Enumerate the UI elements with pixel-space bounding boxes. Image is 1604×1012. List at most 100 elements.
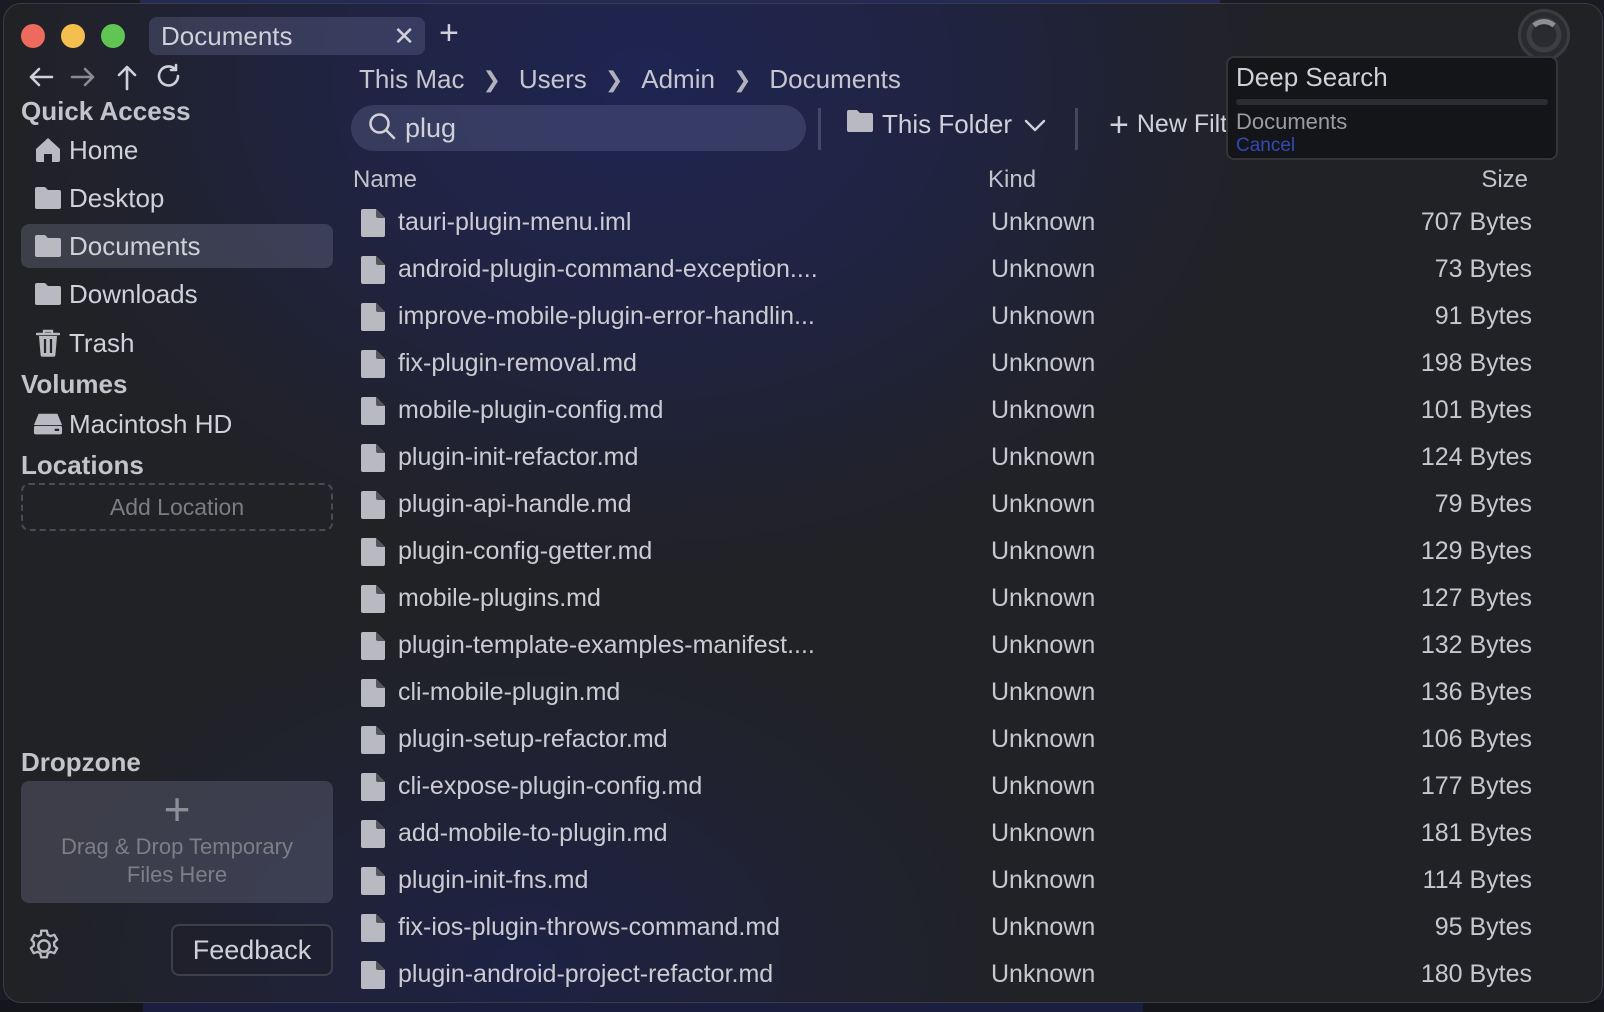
breadcrumb: This Mac ❯ Users ❯ Admin ❯ Documents <box>359 64 901 95</box>
file-icon <box>360 490 386 525</box>
close-window-button[interactable] <box>21 24 45 48</box>
file-icon <box>360 349 386 384</box>
file-size: 127 Bytes <box>1420 584 1532 612</box>
file-kind: Unknown <box>991 302 1096 330</box>
dropzone-area[interactable]: + Drag & Drop Temporary Files Here <box>21 781 333 903</box>
refresh-icon[interactable] <box>154 62 184 99</box>
up-arrow-icon[interactable] <box>112 62 142 99</box>
sidebar-item-label: Documents <box>69 230 201 261</box>
plus-icon: + <box>163 783 191 835</box>
file-icon <box>360 819 386 854</box>
search-input[interactable] <box>405 112 785 144</box>
deep-search-cancel-link[interactable]: Cancel <box>1236 135 1548 157</box>
table-row[interactable]: add-mobile-to-plugin.md Unknown 181 Bytes <box>354 810 1534 857</box>
zoom-window-button[interactable] <box>101 24 125 48</box>
file-kind: Unknown <box>991 678 1096 706</box>
table-row[interactable]: cli-mobile-plugin.md Unknown 136 Bytes <box>354 669 1534 716</box>
table-row[interactable]: plugin-init-refactor.md Unknown 124 Bytes <box>354 434 1534 481</box>
file-size: 106 Bytes <box>1420 725 1532 753</box>
table-row[interactable]: tauri-plugin-menu.iml Unknown 707 Bytes <box>354 199 1534 246</box>
table-row[interactable]: plugin-android-project-refactor.md Unknow… <box>354 951 1534 998</box>
search-field[interactable] <box>351 105 806 151</box>
column-header-name[interactable]: Name <box>353 166 417 194</box>
file-size: 124 Bytes <box>1420 443 1532 471</box>
file-icon <box>360 255 386 290</box>
table-row[interactable]: mobile-plugin-config.md Unknown 101 Bytes <box>354 387 1534 434</box>
sidebar-item-trash[interactable]: Trash <box>21 321 333 365</box>
file-kind: Unknown <box>991 208 1096 236</box>
forward-arrow-icon[interactable] <box>68 62 98 99</box>
close-tab-icon[interactable]: ✕ <box>393 23 415 49</box>
table-row[interactable]: plugin-init-fns.md Unknown 114 Bytes <box>354 857 1534 904</box>
sidebar-item-home[interactable]: Home <box>21 128 333 172</box>
file-icon <box>360 537 386 572</box>
table-row[interactable]: fix-plugin-removal.md Unknown 198 Bytes <box>354 340 1534 387</box>
table-row[interactable]: fix-ios-plugin-throws-command.md Unknown 9… <box>354 904 1534 951</box>
file-explorer-window: Documents ✕ + Quick Access Home Desktop … <box>3 3 1603 1003</box>
table-row[interactable]: improve-mobile-plugin-error-handlin... Un… <box>354 293 1534 340</box>
breadcrumb-item-documents[interactable]: Documents <box>769 64 901 95</box>
file-icon <box>360 631 386 666</box>
file-kind: Unknown <box>991 443 1096 471</box>
sidebar-item-label: Trash <box>69 327 135 358</box>
file-size: 91 Bytes <box>1434 302 1532 330</box>
table-row[interactable]: cli-expose-plugin-config.md Unknown 177 By… <box>354 763 1534 810</box>
gear-icon[interactable] <box>24 926 64 966</box>
folder-icon <box>33 232 63 260</box>
file-kind: Unknown <box>991 537 1096 565</box>
minimize-window-button[interactable] <box>61 24 85 48</box>
table-row[interactable]: plugin-api-handle.md Unknown 79 Bytes <box>354 481 1534 528</box>
divider <box>818 108 821 150</box>
chevron-right-icon: ❯ <box>604 66 624 92</box>
breadcrumb-item-this-mac[interactable]: This Mac <box>359 64 464 95</box>
file-icon <box>360 584 386 619</box>
file-kind: Unknown <box>991 396 1096 424</box>
feedback-button[interactable]: Feedback <box>171 924 333 976</box>
divider <box>1075 108 1078 150</box>
hard-drive-icon <box>33 410 63 438</box>
locations-heading: Locations <box>21 450 144 480</box>
table-row[interactable]: plugin-setup-refactor.md Unknown 106 Bytes <box>354 716 1534 763</box>
file-size: 129 Bytes <box>1420 537 1532 565</box>
file-name: plugin-api-handle.md <box>398 490 632 518</box>
table-row[interactable]: plugin-template-examples-manifest.... Unk… <box>354 622 1534 669</box>
file-name: improve-mobile-plugin-error-handlin... <box>398 302 815 330</box>
file-size: 79 Bytes <box>1434 490 1532 518</box>
column-header-size[interactable]: Size <box>1481 166 1528 194</box>
breadcrumb-item-admin[interactable]: Admin <box>641 64 715 95</box>
back-arrow-icon[interactable] <box>26 62 56 99</box>
sidebar-item-documents[interactable]: Documents <box>21 224 333 268</box>
file-kind: Unknown <box>991 584 1096 612</box>
file-kind: Unknown <box>991 819 1096 847</box>
file-kind: Unknown <box>991 960 1096 988</box>
chevron-down-icon <box>1024 109 1046 140</box>
file-name: android-plugin-command-exception.... <box>398 255 818 283</box>
file-kind: Unknown <box>991 866 1096 894</box>
file-icon <box>360 302 386 337</box>
table-row[interactable]: plugin-config-getter.md Unknown 129 Bytes <box>354 528 1534 575</box>
file-list: tauri-plugin-menu.iml Unknown 707 Bytes and… <box>354 199 1534 998</box>
breadcrumb-item-users[interactable]: Users <box>519 64 587 95</box>
sidebar-item-label: Home <box>69 134 139 165</box>
column-header-kind[interactable]: Kind <box>988 166 1036 194</box>
file-size: 177 Bytes <box>1420 772 1532 800</box>
sidebar-item-macintosh-hd[interactable]: Macintosh HD <box>21 402 333 446</box>
table-row[interactable]: mobile-plugins.md Unknown 127 Bytes <box>354 575 1534 622</box>
sidebar-item-downloads[interactable]: Downloads <box>21 272 333 316</box>
sidebar-item-label: Macintosh HD <box>69 408 233 439</box>
sidebar-item-desktop[interactable]: Desktop <box>21 176 333 220</box>
file-size: 707 Bytes <box>1420 208 1532 236</box>
new-tab-button[interactable]: + <box>439 16 459 50</box>
home-icon <box>33 136 63 164</box>
chevron-right-icon: ❯ <box>482 66 501 92</box>
search-scope-dropdown[interactable]: This Folder <box>846 109 1046 140</box>
folder-icon <box>846 109 874 140</box>
file-icon <box>360 208 386 243</box>
file-size: 95 Bytes <box>1434 913 1532 941</box>
file-kind: Unknown <box>991 725 1096 753</box>
tab-documents[interactable]: Documents ✕ <box>149 17 425 55</box>
file-kind: Unknown <box>991 631 1096 659</box>
add-location-button[interactable]: Add Location <box>21 483 333 531</box>
file-name: mobile-plugin-config.md <box>398 396 664 424</box>
table-row[interactable]: android-plugin-command-exception.... Unkn… <box>354 246 1534 293</box>
